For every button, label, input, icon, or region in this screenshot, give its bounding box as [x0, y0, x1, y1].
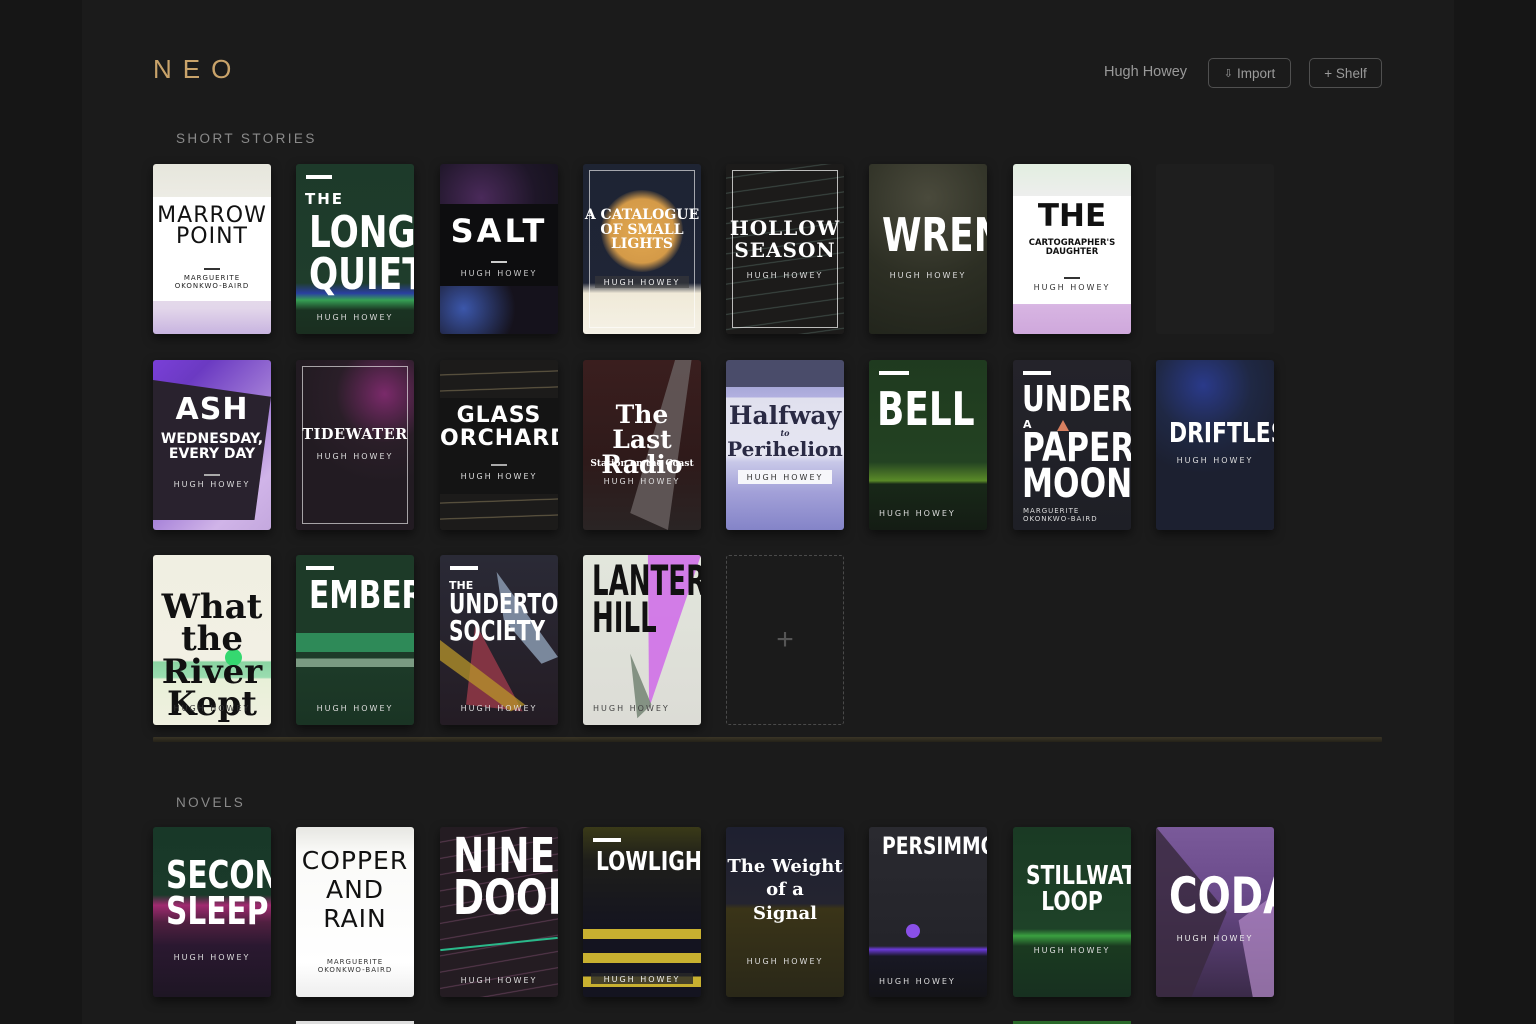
book-author: HUGH HOWEY	[173, 953, 251, 962]
book-bell[interactable]: BELL HUGH HOWEY	[869, 360, 987, 530]
book-title: COPPER AND RAIN	[301, 846, 409, 933]
book-coda[interactable]: CODA HUGH HOWEY	[1156, 827, 1274, 997]
book-title: EMBER	[308, 573, 414, 617]
app-logo: NEO	[153, 54, 243, 84]
book-author: HUGH HOWEY	[460, 269, 538, 278]
book-title-part: STILLWATER LOOP	[1026, 863, 1131, 915]
book-subtitle: Station on the Coast	[590, 459, 694, 469]
book-author: HUGH HOWEY	[879, 509, 956, 518]
book-author: HUGH HOWEY	[879, 977, 956, 986]
book-author: HUGH HOWEY	[173, 704, 251, 713]
book-a-catalogue-of-small-lights[interactable]: A CATALOGUE OF SMALL LIGHTS HUGH HOWEY	[583, 164, 701, 334]
book-title: CARTOGRAPHER'S DAUGHTER	[1028, 238, 1116, 257]
book-the-long-quiet[interactable]: THE LONG QUIET HUGH HOWEY	[296, 164, 414, 334]
book-title: LONG QUIET	[308, 207, 414, 300]
book-author: HUGH HOWEY	[746, 473, 824, 482]
book-the-undertow-society[interactable]: THE UNDERTOW SOCIETY HUGH HOWEY	[440, 555, 558, 725]
shelf-divider	[153, 737, 1382, 742]
section-label-novels: NOVELS	[176, 795, 246, 810]
book-persimmon[interactable]: PERSIMMON HUGH HOWEY	[869, 827, 987, 997]
book-title: What the River Kept	[161, 587, 263, 724]
book-what-the-river-kept[interactable]: What the River Kept HUGH HOWEY	[153, 555, 271, 725]
book-title: UNDER	[1022, 379, 1131, 420]
book-author: HUGH HOWEY	[1033, 283, 1111, 292]
book-glass-orchard[interactable]: GLASS ORCHARD HUGH HOWEY	[440, 360, 558, 530]
book-stillwater-loop[interactable]: STILLWATER LOOP HUGH HOWEY	[1013, 827, 1131, 997]
add-book-button[interactable]: +	[726, 555, 844, 725]
book-title: UNDERTOW SOCIETY	[449, 587, 558, 647]
book-title: CODA	[1168, 867, 1274, 925]
book-title: LANTERN HILL	[592, 556, 701, 642]
book-author: HUGH HOWEY	[603, 975, 681, 984]
empty-book-slot	[1156, 164, 1274, 334]
book-title: BELL	[877, 382, 975, 436]
book-title: HOLLOW SEASON	[729, 216, 841, 262]
book-author: HUGH HOWEY	[1176, 456, 1254, 465]
book-title: TIDEWATER	[302, 426, 408, 443]
book-title: A CATALOGUE OF SMALL LIGHTS	[584, 207, 700, 253]
book-author: HUGH HOWEY	[593, 704, 670, 713]
book-title-2: PAPER MOON	[1022, 425, 1131, 507]
add-shelf-button[interactable]: + Shelf	[1309, 58, 1382, 88]
book-author: HUGH HOWEY	[316, 704, 394, 713]
book-title-2: Perihelion	[727, 437, 843, 461]
book-ember[interactable]: EMBER HUGH HOWEY	[296, 555, 414, 725]
book-marrow-point[interactable]: MARROW POINT MARGUERITE OKONKWO-BAIRD	[153, 164, 271, 334]
book-hollow-season[interactable]: HOLLOW SEASON HUGH HOWEY	[726, 164, 844, 334]
book-author: MARGUERITE OKONKWO-BAIRD	[317, 958, 393, 974]
user-name[interactable]: Hugh Howey	[1104, 64, 1187, 80]
book-copper-and-rain[interactable]: COPPER AND RAIN MARGUERITE OKONKWO-BAIRD	[296, 827, 414, 997]
import-label: Import	[1236, 65, 1276, 81]
book-author: HUGH HOWEY	[460, 472, 538, 481]
book-author: HUGH HOWEY	[173, 480, 251, 489]
book-title: MARROW POINT	[157, 203, 267, 249]
book-author: HUGH HOWEY	[460, 976, 538, 985]
book-title: NINE DOORS	[452, 828, 558, 927]
book-author: HUGH HOWEY	[316, 313, 394, 322]
download-arrow-icon: ⇩	[1223, 67, 1233, 80]
book-lantern-hill[interactable]: LANTERN HILL HUGH HOWEY	[583, 555, 701, 725]
book-title: DRIFTLESS	[1168, 416, 1274, 449]
import-button[interactable]: ⇩ Import	[1208, 58, 1291, 88]
book-tidewater[interactable]: TIDEWATER HUGH HOWEY	[296, 360, 414, 530]
section-label-short-stories: SHORT STORIES	[176, 131, 317, 146]
book-driftless[interactable]: DRIFTLESS HUGH HOWEY	[1156, 360, 1274, 530]
book-title: LOWLIGHT	[595, 847, 701, 877]
book-nine-doors[interactable]: NINE DOORS HUGH HOWEY	[440, 827, 558, 997]
book-title: Halfway	[728, 401, 842, 430]
book-lowlight[interactable]: LOWLIGHT HUGH HOWEY	[583, 827, 701, 997]
book-author: HUGH HOWEY	[603, 278, 681, 287]
book-title: ASH	[175, 392, 249, 427]
book-ash[interactable]: ASH WEDNESDAY, EVERY DAY HUGH HOWEY	[153, 360, 271, 530]
moon-dot	[906, 924, 920, 938]
book-the-last-radio[interactable]: The Last Radio Station on the Coast HUGH…	[583, 360, 701, 530]
book-author: MARGUERITE OKONKWO-BAIRD	[174, 274, 250, 290]
book-author: HUGH HOWEY	[603, 477, 681, 486]
book-author: HUGH HOWEY	[1176, 934, 1254, 943]
book-title: STILLWATER LOOP	[1025, 861, 1131, 917]
book-title-prefix: THE	[305, 190, 345, 208]
book-the-weight-of-a-signal[interactable]: The Weight of a Signal HUGH HOWEY	[726, 827, 844, 997]
book-title: GLASS ORCHARD	[440, 403, 558, 452]
book-under-a-paper-moon[interactable]: UNDER A PAPER MOON MARGUERITE OKONKWO-BA…	[1013, 360, 1131, 530]
book-author: MARGUERITE OKONKWO-BAIRD	[1023, 507, 1098, 523]
book-title: SECOND SLEEP	[165, 853, 271, 934]
book-second-sleep[interactable]: SECOND SLEEP HUGH HOWEY	[153, 827, 271, 997]
book-title: PERSIMMON	[881, 832, 987, 860]
book-halfway-to-perihelion[interactable]: Halfway to Perihelion HUGH HOWEY	[726, 360, 844, 530]
book-salt[interactable]: SALT HUGH HOWEY	[440, 164, 558, 334]
book-author: HUGH HOWEY	[316, 452, 394, 461]
book-title: The Weight of a Signal	[727, 856, 843, 924]
book-title-prefix: THE	[1037, 198, 1107, 234]
book-author: HUGH HOWEY	[746, 271, 824, 280]
book-subtitle: WEDNESDAY, EVERY DAY	[160, 431, 264, 462]
book-author: HUGH HOWEY	[460, 704, 538, 713]
book-author: HUGH HOWEY	[889, 271, 967, 280]
book-author: HUGH HOWEY	[1033, 946, 1111, 955]
book-title: WREN	[881, 208, 987, 262]
book-title: SALT	[450, 212, 548, 250]
book-the-cartographers-daughter[interactable]: THE CARTOGRAPHER'S DAUGHTER HUGH HOWEY	[1013, 164, 1131, 334]
book-author: HUGH HOWEY	[746, 957, 824, 966]
book-wren[interactable]: WREN HUGH HOWEY	[869, 164, 987, 334]
